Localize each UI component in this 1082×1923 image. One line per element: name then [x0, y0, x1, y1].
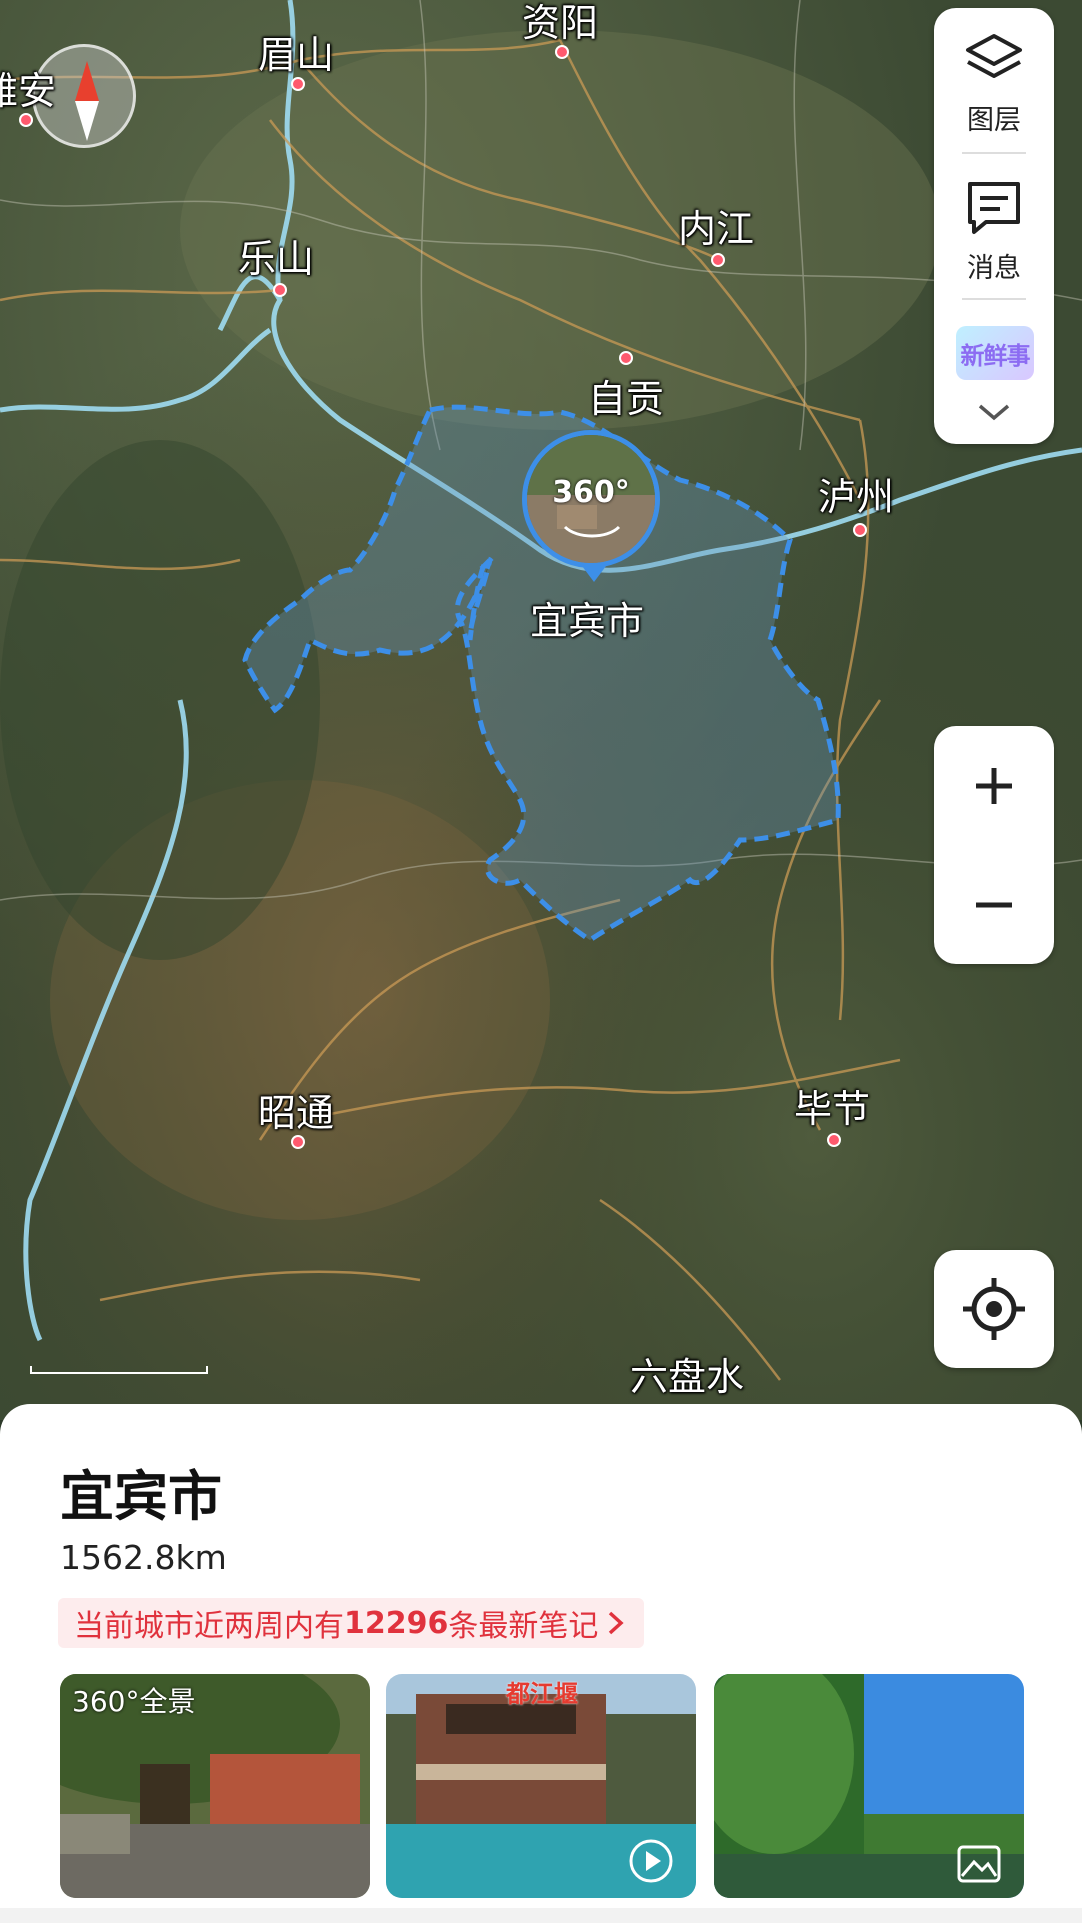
- chevron-right-icon: [609, 1611, 624, 1635]
- city-label-liupanshui: 六盘水: [630, 1355, 745, 1399]
- chevron-down-icon: [978, 404, 1010, 421]
- notes-link[interactable]: 当前城市近两周内有 12296 条最新笔记: [58, 1598, 645, 1648]
- pano-bubble[interactable]: 360°: [522, 430, 660, 568]
- photo-thumb-image[interactable]: [714, 1674, 1024, 1898]
- bottom-strip: [0, 1908, 1082, 1923]
- messages-label: 消息: [967, 253, 1021, 284]
- pano-pointer: [582, 566, 606, 582]
- city-dot-neijiang[interactable]: [711, 253, 725, 267]
- layers-label: 图层: [967, 105, 1021, 136]
- play-icon: [629, 1839, 673, 1883]
- city-label-zhaotong: 昭通: [258, 1091, 335, 1135]
- zoom-out-button[interactable]: [934, 845, 1054, 964]
- city-label-luzhou: 泸州: [818, 475, 895, 519]
- dujiangyan-label: 都江堰: [506, 1680, 578, 1708]
- city-label-leshan: 乐山: [238, 237, 315, 281]
- map-background: [0, 0, 1082, 1420]
- city-dot-leshan[interactable]: [273, 283, 287, 297]
- city-label-yibin: 宜宾市: [530, 599, 645, 643]
- city-dot-zhaotong[interactable]: [291, 1135, 305, 1149]
- zoom-controls: [934, 726, 1054, 964]
- locate-icon: [963, 1278, 1025, 1340]
- message-icon: [968, 182, 1020, 234]
- notes-count: 12296: [344, 1605, 449, 1641]
- image-icon: [957, 1845, 1001, 1883]
- place-detail-sheet[interactable]: 宜宾市 1562.8km 当前城市近两周内有 12296 条最新笔记 360°全景 …: [0, 1404, 1082, 1923]
- city-dot-ziyang[interactable]: [555, 45, 569, 59]
- city-label-bijie: 毕节: [794, 1087, 871, 1131]
- pano-thumb-label: 360°全景: [72, 1685, 196, 1718]
- city-dot-meishan[interactable]: [291, 77, 305, 91]
- layers-icon: [966, 34, 1022, 78]
- photo-thumb-video[interactable]: 都江堰: [386, 1674, 696, 1898]
- place-distance: 1562.8km: [60, 1538, 227, 1577]
- city-dot-bijie[interactable]: [827, 1133, 841, 1147]
- place-title: 宜宾市: [60, 1465, 222, 1528]
- city-label-meishan: 眉山: [258, 33, 335, 77]
- minus-icon: [976, 902, 1012, 907]
- notes-suffix: 条最新笔记: [448, 1609, 599, 1644]
- city-dot-zigong[interactable]: [619, 351, 633, 365]
- city-dot-luzhou[interactable]: [853, 523, 867, 537]
- city-label-zigong: 自贡: [588, 377, 665, 421]
- expand-button[interactable]: [934, 400, 1054, 428]
- city-label-neijiang: 内江: [678, 207, 755, 251]
- city-dot-yaan[interactable]: [19, 113, 33, 127]
- photo-thumb-pano[interactable]: 360°全景: [60, 1674, 370, 1898]
- side-divider: [962, 298, 1026, 300]
- pano-label: 360°: [552, 475, 630, 510]
- layers-button[interactable]: 图层: [934, 30, 1054, 137]
- satellite-map[interactable]: 雅安 眉山 资阳 乐山 内江 自贡 泸州 宜宾市 昭通 毕节 六盘水 360°: [0, 0, 1082, 1420]
- news-badge[interactable]: 新鲜事: [956, 326, 1034, 380]
- side-divider: [962, 152, 1026, 154]
- city-label-yaan: 雅安: [0, 69, 57, 113]
- notes-prefix: 当前城市近两周内有: [74, 1609, 344, 1644]
- plus-icon: [976, 767, 1012, 804]
- locate-button[interactable]: [934, 1250, 1054, 1368]
- scale-bar: [30, 1366, 208, 1374]
- messages-button[interactable]: 消息: [934, 178, 1054, 285]
- zoom-in-button[interactable]: [934, 726, 1054, 845]
- city-label-ziyang: 资阳: [522, 1, 599, 45]
- map-side-panel: 图层 消息 新鲜事: [934, 8, 1054, 444]
